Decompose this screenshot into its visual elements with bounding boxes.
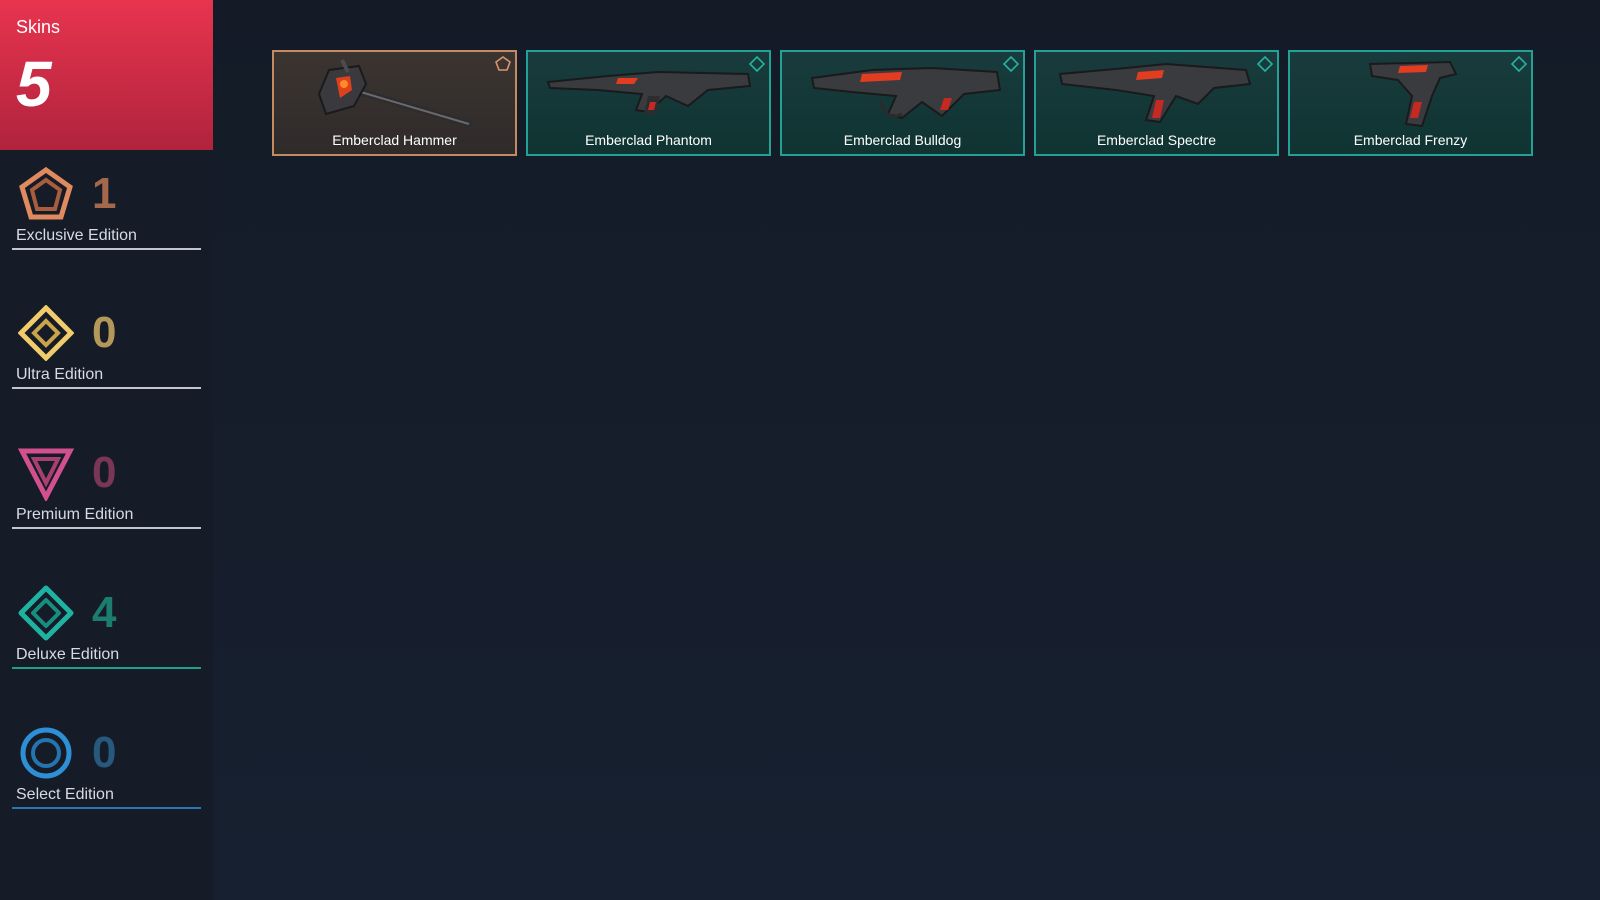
select-edition-icon <box>18 725 74 781</box>
divider <box>12 387 201 389</box>
editions-sidebar: Skins 5 1 Exclusive Edition 0 Ultra Edit… <box>0 0 213 900</box>
skin-card-emberclad-spectre[interactable]: Emberclad Spectre <box>1034 50 1279 156</box>
skin-card-emberclad-frenzy[interactable]: Emberclad Frenzy <box>1288 50 1533 156</box>
tier-exclusive-edition[interactable]: 1 Exclusive Edition <box>0 166 213 276</box>
divider <box>12 248 201 250</box>
skins-total-count: 5 <box>16 48 52 120</box>
skin-card-emberclad-hammer[interactable]: Emberclad Hammer <box>272 50 517 156</box>
tier-name: Ultra Edition <box>16 366 104 383</box>
skin-name: Emberclad Hammer <box>332 132 457 148</box>
skins-total-panel: Skins 5 <box>0 0 213 150</box>
premium-edition-icon <box>18 445 74 501</box>
pistol-icon <box>1300 56 1521 130</box>
tier-count: 0 <box>92 448 117 497</box>
skin-name: Emberclad Frenzy <box>1353 132 1468 148</box>
skins-grid: Emberclad Hammer Emberclad Phantom Ember… <box>272 50 1533 156</box>
smg-icon <box>1046 56 1267 130</box>
tier-name: Deluxe Edition <box>16 646 120 663</box>
tier-count: 0 <box>92 308 117 357</box>
tier-name: Premium Edition <box>16 506 134 523</box>
tier-premium-edition[interactable]: 0 Premium Edition <box>0 445 213 555</box>
rifle-icon <box>538 56 759 130</box>
hammer-icon <box>284 56 505 130</box>
skin-name: Emberclad Phantom <box>585 132 712 148</box>
skin-name: Emberclad Bulldog <box>843 132 962 148</box>
skin-name: Emberclad Spectre <box>1096 132 1217 148</box>
tier-count: 4 <box>92 588 117 637</box>
tier-name: Select Edition <box>16 786 114 803</box>
rifle-icon <box>792 56 1013 130</box>
tier-deluxe-edition[interactable]: 4 Deluxe Edition <box>0 585 213 695</box>
deluxe-edition-icon <box>18 585 74 641</box>
skin-card-emberclad-phantom[interactable]: Emberclad Phantom <box>526 50 771 156</box>
tier-ultra-edition[interactable]: 0 Ultra Edition <box>0 305 213 415</box>
tier-count: 1 <box>92 169 117 218</box>
divider <box>12 807 201 809</box>
divider <box>12 527 201 529</box>
divider <box>12 667 201 669</box>
skin-card-emberclad-bulldog[interactable]: Emberclad Bulldog <box>780 50 1025 156</box>
tier-count: 0 <box>92 728 117 777</box>
tier-select-edition[interactable]: 0 Select Edition <box>0 725 213 835</box>
tier-name: Exclusive Edition <box>16 227 137 244</box>
ultra-edition-icon <box>18 305 74 361</box>
skins-total-label: Skins <box>16 17 61 37</box>
exclusive-edition-icon <box>18 166 74 222</box>
